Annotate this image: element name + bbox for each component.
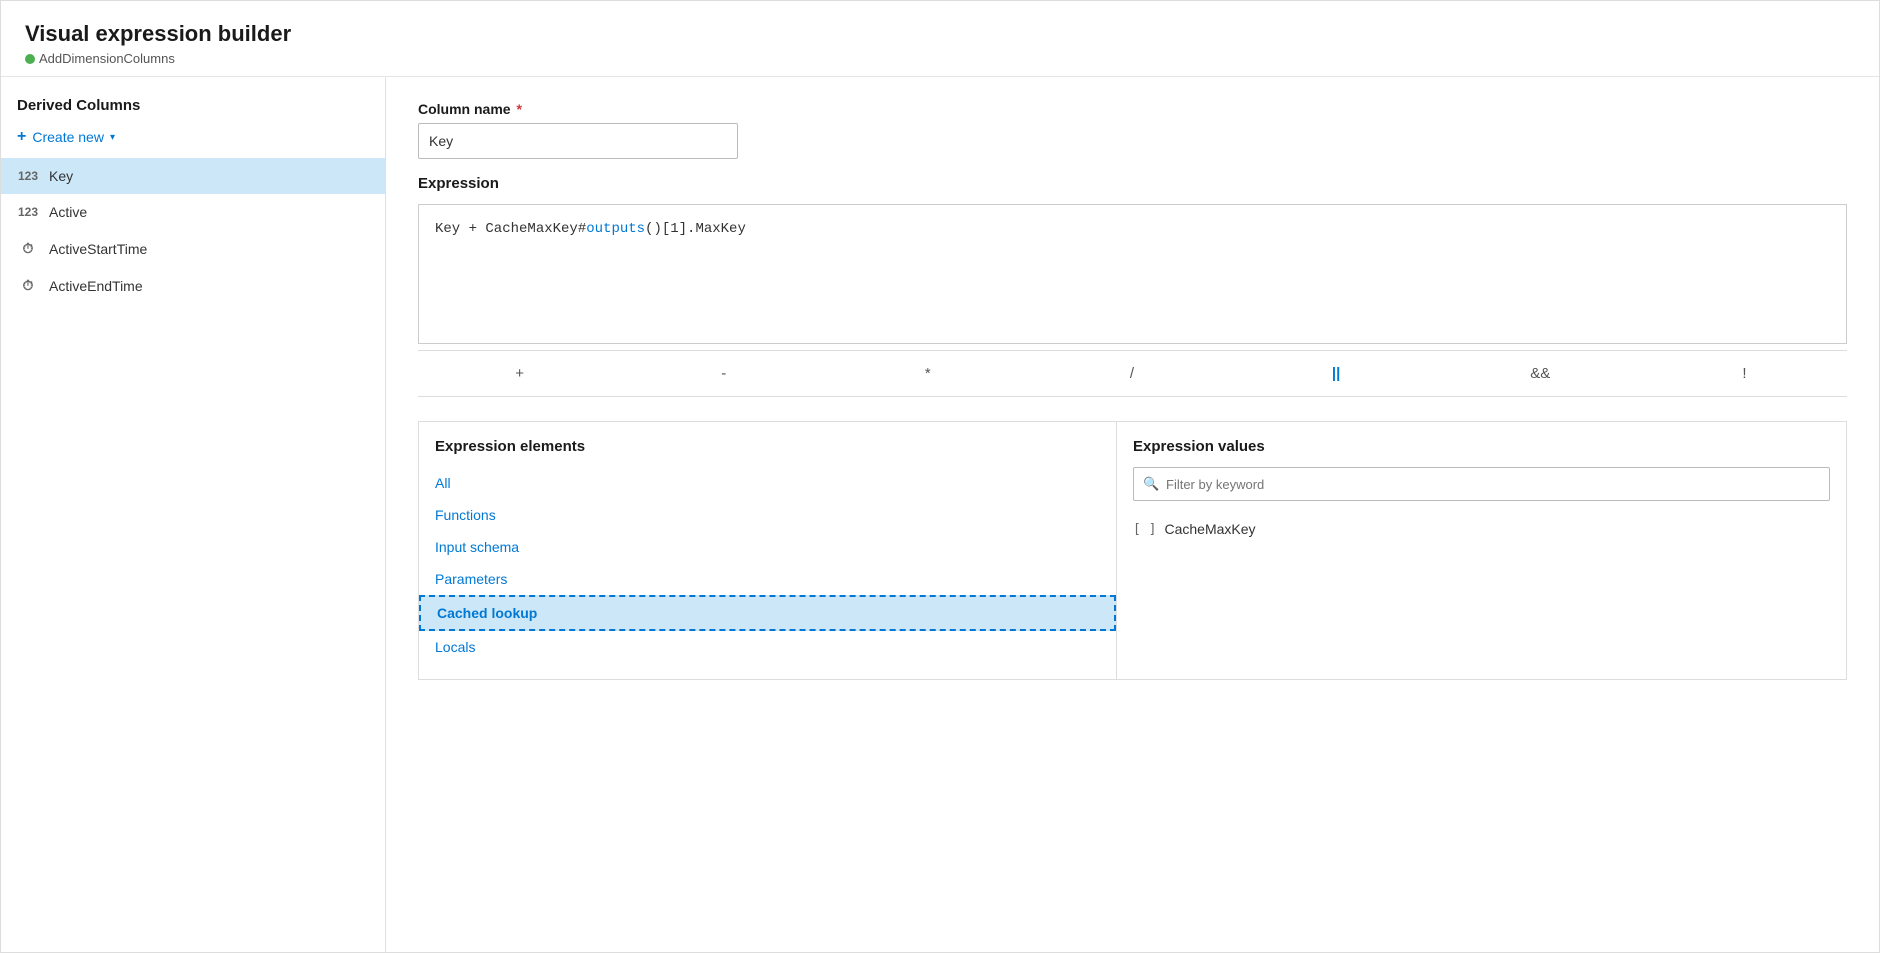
expr-link[interactable]: outputs [586,221,645,237]
clock-icon: ⏱ [17,240,39,257]
expr-element-all[interactable]: All [419,467,1116,499]
expression-group: Expression Key + CacheMaxKey#outputs()[1… [418,175,1847,397]
filter-input-container: 🔍 [1133,467,1830,501]
expression-elements-title: Expression elements [419,438,1116,467]
plus-icon: + [17,128,26,146]
sidebar-item-label: ActiveEndTime [49,278,143,294]
column-name-input[interactable] [418,123,738,159]
expression-editor[interactable]: Key + CacheMaxKey#outputs()[1].MaxKey [419,205,1846,335]
expr-element-cached-lookup[interactable]: Cached lookup [419,595,1116,631]
header-subtitle: AddDimensionColumns [25,51,1855,66]
app-container: Visual expression builder AddDimensionCo… [0,0,1880,953]
create-new-button[interactable]: + Create new ▾ [1,122,385,158]
sidebar-item-label: ActiveStartTime [49,241,147,257]
cache-value-item-cachemaxkey[interactable]: [ ] CacheMaxKey [1133,513,1830,545]
filter-input[interactable] [1133,467,1830,501]
expression-values-title: Expression values [1133,438,1830,467]
operator-or[interactable]: || [1235,359,1439,388]
operator-and[interactable]: && [1439,359,1643,388]
sidebar-item-active[interactable]: 123 Active [1,194,385,230]
subtitle-text: AddDimensionColumns [39,51,175,66]
sidebar-items-list: 123 Key 123 Active ⏱ ActiveStartTime ⏱ A… [1,158,385,304]
expr-element-locals[interactable]: Locals [419,631,1116,663]
required-indicator: * [513,101,522,117]
clock-icon: ⏱ [17,277,39,294]
expr-element-parameters[interactable]: Parameters [419,563,1116,595]
expr-element-functions[interactable]: Functions [419,499,1116,531]
operator-divide[interactable]: / [1030,359,1234,388]
sidebar: Derived Columns + Create new ▾ 123 Key 1… [1,77,386,952]
expr-suffix: ()[1].MaxKey [645,221,746,237]
operator-minus[interactable]: - [622,359,826,388]
sidebar-section-title: Derived Columns [1,97,385,122]
array-icon: [ ] [1133,522,1156,537]
operator-not[interactable]: ! [1643,359,1847,388]
main-content: Column name * Expression Key + CacheMaxK… [386,77,1879,952]
column-name-group: Column name * [418,101,1847,159]
operators-bar: + - * / || && ! [418,350,1847,397]
bottom-panels: Expression elements All Functions Input … [418,421,1847,680]
header: Visual expression builder AddDimensionCo… [1,1,1879,77]
create-new-label: Create new [32,129,104,145]
operator-plus[interactable]: + [418,359,622,388]
status-dot [25,54,35,64]
expression-label: Expression [418,175,1847,192]
expr-element-input-schema[interactable]: Input schema [419,531,1116,563]
chevron-down-icon: ▾ [110,132,115,143]
main-layout: Derived Columns + Create new ▾ 123 Key 1… [1,77,1879,952]
sidebar-item-label: Active [49,204,87,220]
sidebar-item-activestarttime[interactable]: ⏱ ActiveStartTime [1,230,385,267]
sidebar-item-key[interactable]: 123 Key [1,158,385,194]
operator-multiply[interactable]: * [826,359,1030,388]
expression-elements-list: All Functions Input schema Parameters Ca… [419,467,1116,663]
expression-editor-container: Key + CacheMaxKey#outputs()[1].MaxKey [418,204,1847,344]
expression-elements-panel: Expression elements All Functions Input … [419,422,1117,679]
expr-prefix: Key + CacheMaxKey# [435,221,586,237]
expression-values-panel: Expression values 🔍 [ ] CacheMaxKey [1117,422,1846,679]
column-name-label: Column name * [418,101,1847,117]
cache-value-label: CacheMaxKey [1164,521,1255,537]
sidebar-item-activeendtime[interactable]: ⏱ ActiveEndTime [1,267,385,304]
page-title: Visual expression builder [25,21,1855,47]
search-icon: 🔍 [1143,476,1159,492]
type-icon-number: 123 [17,169,39,183]
type-icon-number: 123 [17,205,39,219]
sidebar-item-label: Key [49,168,73,184]
